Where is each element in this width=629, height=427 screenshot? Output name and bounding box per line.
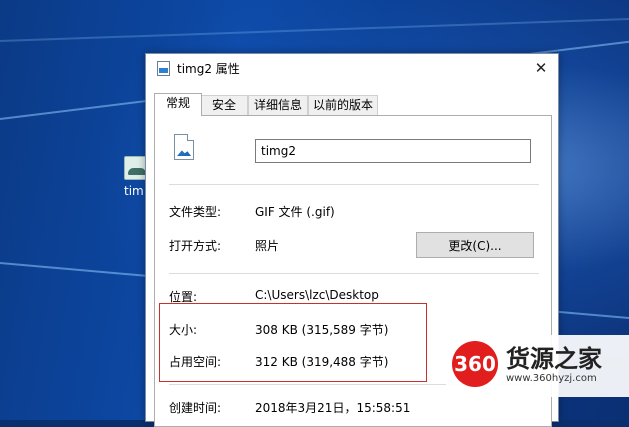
created-value: 2018年3月21日，15:58:51 [255,401,411,415]
divider [169,184,539,185]
file-type-label: 文件类型: [169,205,222,219]
open-with-value: 照片 [255,239,280,253]
light-beam [0,17,629,42]
tab-security[interactable]: 安全 [200,95,248,115]
watermark: 360 货源之家 www.360hyzj.com [446,335,629,397]
filename-input[interactable] [255,139,531,163]
change-button[interactable]: 更改(C)... [416,232,534,258]
close-button[interactable]: ✕ [530,57,552,79]
dialog-title: timg2 属性 [177,62,240,76]
file-type-value: GIF 文件 (.gif) [255,205,335,219]
desktop-file-label[interactable]: timg2 [124,184,144,198]
brand-url: www.360hyzj.com [506,373,597,384]
size-highlight-box [159,303,427,382]
created-label: 创建时间: [169,401,222,415]
open-with-label: 打开方式: [169,239,222,253]
image-file-icon [157,61,170,76]
title-bar[interactable]: timg2 属性 ✕ [146,54,558,82]
tab-previous-versions[interactable]: 以前的版本 [308,95,378,115]
tab-general[interactable]: 常规 [154,93,202,116]
location-value: C:\Users\lzc\Desktop [255,288,379,302]
brand-name: 货源之家 [506,344,602,373]
brand-logo: 360 [452,341,498,387]
image-file-icon [174,134,194,160]
divider [169,273,539,274]
tab-details[interactable]: 详细信息 [248,95,308,115]
